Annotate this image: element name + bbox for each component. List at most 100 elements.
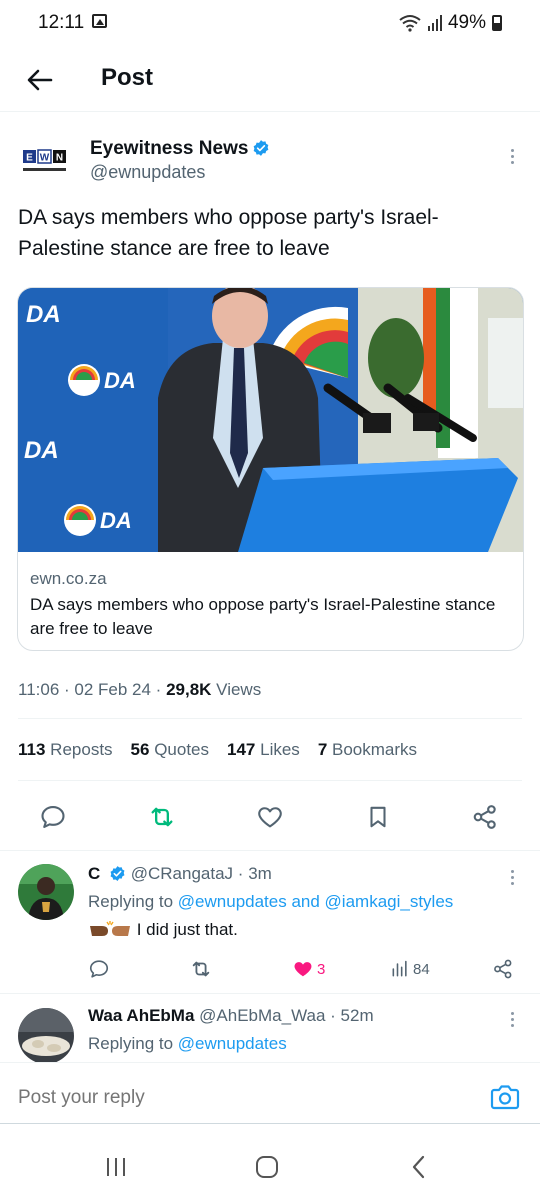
author-name[interactable]: Eyewitness News (90, 138, 270, 160)
reply-like-count: 3 (317, 960, 326, 978)
reply-repost-button[interactable] (189, 956, 213, 982)
reply-avatar[interactable] (18, 864, 74, 920)
reply-button[interactable] (35, 795, 71, 839)
reply-icon (41, 806, 65, 828)
reply-views[interactable]: 84 (390, 956, 430, 982)
quotes-stat[interactable]: 56 Quotes (131, 740, 209, 760)
reply-author-name[interactable]: Waa AhEbMa (88, 1006, 194, 1025)
author-handle[interactable]: @ewnupdates (90, 162, 205, 183)
reply-time: 3m (248, 864, 272, 883)
reply-author-name[interactable]: C (88, 864, 100, 883)
more-options-icon[interactable] (502, 145, 522, 167)
reply-share-button[interactable] (492, 956, 514, 982)
backdrop-da-3: DA (24, 437, 59, 464)
reply-more-options-icon[interactable] (502, 866, 522, 888)
repost-icon (151, 807, 173, 827)
reply-author-handle[interactable]: @AhEbMa_Waa (199, 1006, 325, 1025)
engagement-stats: 113 Reposts 56 Quotes 147 Likes 7 Bookma… (18, 740, 417, 760)
share-icon (494, 959, 512, 979)
fist-bump-emoji-icon (90, 921, 130, 936)
views-count: 29,8K (166, 680, 212, 699)
home-button[interactable] (252, 1152, 282, 1182)
reply-time: 52m (340, 1006, 374, 1025)
recent-apps-icon (107, 1158, 125, 1176)
battery-percent: 49% (447, 12, 486, 33)
card-image: DA DA DA DA (18, 288, 523, 552)
recent-apps-button[interactable] (101, 1152, 131, 1182)
reply-icon (89, 960, 109, 978)
replying-to: Replying to @ewnupdates (88, 1034, 287, 1053)
heart-icon (258, 807, 282, 828)
da-sun-logo (68, 364, 100, 396)
tweet-meta: 11:06 · 02 Feb 24 · 29,8K Views (18, 680, 262, 699)
backdrop-da-4: DA (100, 508, 132, 533)
repost-button[interactable] (144, 795, 180, 839)
tweet-time: 11:06 (18, 680, 60, 699)
author-avatar[interactable]: E W N (22, 148, 68, 176)
status-indicators: 49% (398, 12, 502, 34)
battery-icon (492, 15, 502, 31)
replying-to-handles[interactable]: @ewnupdates (178, 1034, 287, 1053)
signal-icon (427, 15, 442, 31)
backdrop-da-1: DA (26, 301, 61, 328)
system-navigation-bar (0, 1130, 540, 1200)
reply-more-options-icon[interactable] (502, 1008, 522, 1030)
reply-header: C @CRangataJ · 3m (88, 864, 272, 883)
backdrop-da-2: DA (104, 368, 136, 393)
back-arrow-icon (27, 69, 53, 91)
back-nav-button[interactable] (404, 1152, 434, 1182)
divider (18, 718, 522, 719)
reply-text-content: I did just that. (136, 920, 238, 939)
reply-header: Waa AhEbMa @AhEbMa_Waa · 52m (88, 1006, 374, 1025)
reply-input[interactable] (18, 1087, 418, 1109)
bookmark-icon (370, 806, 386, 828)
reply-avatar[interactable] (18, 1008, 74, 1062)
svg-text:N: N (56, 153, 63, 164)
share-button[interactable] (467, 795, 503, 839)
gallery-notification-icon (92, 14, 107, 28)
camera-button[interactable] (490, 1083, 520, 1111)
wifi-icon (399, 15, 421, 32)
verified-badge-icon (254, 140, 269, 156)
repost-icon (192, 961, 210, 977)
verified-badge-icon (110, 866, 125, 881)
tweet-date: 02 Feb 24 (74, 680, 151, 699)
back-chevron-icon (412, 1155, 425, 1179)
reply-text: I did just that. (88, 920, 238, 940)
ewn-logo: E W N (23, 149, 66, 171)
page-title: Post (101, 64, 154, 91)
reply-composer (0, 1062, 540, 1124)
svg-text:E: E (26, 153, 33, 164)
author-name-text: Eyewitness News (90, 138, 249, 159)
link-preview-card[interactable]: DA DA DA DA ewn.co.za DA says members wh… (17, 287, 524, 651)
reply-item[interactable]: C @CRangataJ · 3m Replying to @ewnupdate… (0, 850, 540, 992)
status-time: 12:11 (38, 12, 85, 33)
card-title: DA says members who oppose party's Israe… (30, 595, 496, 638)
share-icon (473, 805, 496, 829)
reply-item[interactable]: Waa AhEbMa @AhEbMa_Waa · 52m Replying to… (0, 994, 540, 1062)
card-domain: ewn.co.za (30, 569, 107, 588)
back-button[interactable] (22, 62, 58, 98)
camera-icon (490, 1085, 520, 1110)
reply-like-button[interactable]: 3 (292, 956, 325, 982)
reply-views-count: 84 (413, 960, 430, 978)
bookmarks-stat[interactable]: 7 Bookmarks (318, 740, 417, 760)
replying-to: Replying to @ewnupdates and @iamkagi_sty… (88, 892, 454, 911)
reply-action-bar: 3 84 (88, 956, 520, 982)
reply-reply-button[interactable] (88, 956, 110, 982)
analytics-icon (392, 960, 407, 977)
replying-to-handles[interactable]: @ewnupdates and @iamkagi_styles (178, 892, 454, 911)
reply-author-handle[interactable]: @CRangataJ (131, 864, 233, 883)
bookmark-button[interactable] (360, 795, 396, 839)
home-icon (256, 1156, 278, 1178)
svg-text:W: W (40, 153, 50, 164)
da-sun-logo (64, 504, 96, 536)
like-button[interactable] (252, 795, 288, 839)
reposts-stat[interactable]: 113 Reposts (18, 740, 113, 760)
divider (18, 780, 522, 781)
top-app-bar (0, 48, 540, 112)
likes-stat[interactable]: 147 Likes (227, 740, 300, 760)
tweet-text: DA says members who oppose party's Israe… (18, 206, 439, 260)
views-label[interactable]: Views (216, 680, 261, 699)
tweet-action-bar (0, 795, 540, 839)
